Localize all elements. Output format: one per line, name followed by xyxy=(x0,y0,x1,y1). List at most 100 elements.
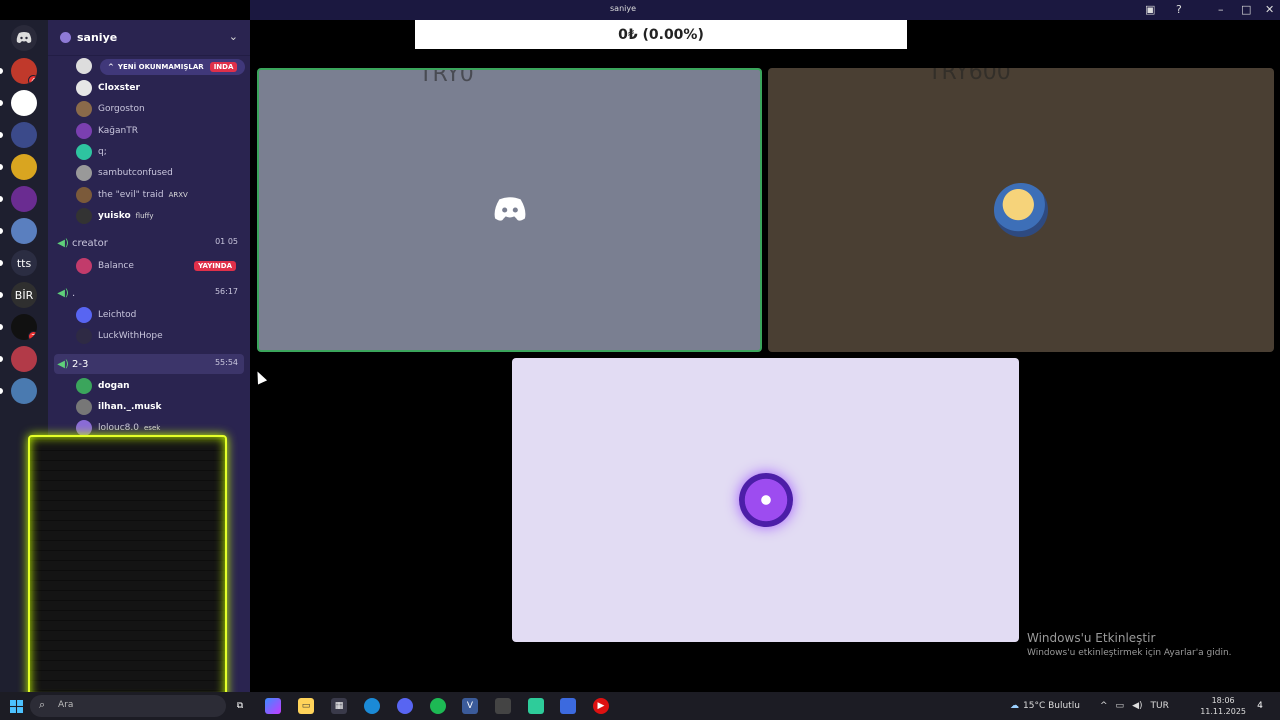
list-item[interactable]: Balance YAYINDA xyxy=(76,256,246,276)
list-item[interactable]: the "evil" traid ARXV xyxy=(76,185,246,205)
taskbar-search[interactable]: ⌕ Ara xyxy=(30,695,226,717)
file-explorer-icon[interactable]: ▭ xyxy=(298,698,314,714)
avatar xyxy=(76,165,92,182)
new-unread-label: YENİ OKUNMAMIŞLAR xyxy=(117,63,204,71)
server-icon[interactable] xyxy=(11,218,37,244)
avatar xyxy=(994,183,1048,237)
list-item[interactable]: dogan xyxy=(76,376,246,396)
list-item[interactable]: Gorgoston xyxy=(76,99,246,119)
avatar xyxy=(76,378,92,394)
edge-icon[interactable] xyxy=(364,698,380,714)
server-icon[interactable]: 2 xyxy=(11,314,37,340)
volume-icon: ◀) xyxy=(1132,701,1143,711)
channel-timer: 55:54 xyxy=(214,358,238,367)
chevron-down-icon[interactable]: ⌄ xyxy=(229,30,238,43)
list-item[interactable]: KağanTR xyxy=(76,121,246,141)
voice-channel-2-3[interactable]: ◀) 2-3 55:54 xyxy=(54,354,244,374)
member-name: sambutconfused xyxy=(98,168,173,179)
list-item[interactable]: Leichtod xyxy=(76,305,246,325)
list-item[interactable]: q; xyxy=(76,142,246,162)
windows-start-icon[interactable] xyxy=(8,698,24,714)
avatar xyxy=(76,80,92,96)
member-name: Leichtod xyxy=(98,310,137,320)
server-icon[interactable] xyxy=(11,378,37,404)
server-icon[interactable]: tts xyxy=(11,250,37,276)
weather-text: 15°C Bulutlu xyxy=(1023,701,1080,711)
search-icon: ⌕ xyxy=(39,698,46,711)
avatar xyxy=(76,143,92,160)
video-tile-3[interactable] xyxy=(512,358,1019,642)
avatar xyxy=(738,473,793,527)
avatar xyxy=(76,186,92,203)
server-pill xyxy=(0,292,3,298)
avatar xyxy=(76,399,92,415)
media-player-icon[interactable]: ▶ xyxy=(593,698,609,714)
avatar xyxy=(76,207,92,224)
vscode-icon[interactable]: V xyxy=(462,698,478,714)
member-name: lolouc8.0 xyxy=(98,423,139,433)
roblox-icon[interactable] xyxy=(560,698,576,714)
server-pill xyxy=(0,132,3,138)
mouse-cursor xyxy=(252,369,268,385)
speaker-icon: ◀) xyxy=(57,237,69,249)
channel-name: 2-3 xyxy=(72,358,89,370)
inbox-icon[interactable]: ▣ xyxy=(1145,3,1155,16)
task-view-icon[interactable]: ⧉ xyxy=(232,698,248,714)
live-badge: INDA xyxy=(209,62,238,72)
tray-icons[interactable]: ^ ▭ ◀) TUR xyxy=(1100,692,1169,720)
clock-time: 18:06 xyxy=(1211,696,1235,705)
member-name: yuisko xyxy=(98,210,131,221)
voice-channel-creator[interactable]: ◀) creator 01 05 xyxy=(54,233,244,253)
clock-date: 11.11.2025 xyxy=(1200,707,1246,716)
member-name: Gorgoston xyxy=(98,104,145,115)
server-icon[interactable] xyxy=(11,90,37,116)
minimize-icon[interactable]: – xyxy=(1218,3,1224,16)
member-name: Balance xyxy=(98,261,134,271)
screen: saniye ▣ ? – □ ✕ 4 tts BİR 2 saniye ⌄ ^ YEN… xyxy=(0,0,1280,720)
app-icon[interactable] xyxy=(528,698,544,714)
close-icon[interactable]: ✕ xyxy=(1265,3,1274,16)
member-tag: esek xyxy=(143,424,161,432)
activation-watermark: Windows'u Etkinleştir Windows'u etkinleş… xyxy=(1027,631,1232,658)
speaker-icon: ◀) xyxy=(57,287,69,299)
spotify-icon[interactable] xyxy=(430,698,446,714)
avatar xyxy=(76,58,92,74)
donation-bar: 0₺ (0.00%) xyxy=(415,20,907,49)
discord-taskbar-icon[interactable] xyxy=(397,698,413,714)
weather[interactable]: ☁ 15°C Bulutlu xyxy=(1010,692,1080,720)
taskbar: ⌕ Ara ⧉ ▭ ▦ V ▶ ☁ 15°C Bulutlu ^ ▭ ◀) TU… xyxy=(0,692,1280,720)
help-icon[interactable]: ? xyxy=(1176,3,1182,16)
list-item[interactable]: yuisko fluffy xyxy=(76,206,246,226)
store-icon[interactable]: ▦ xyxy=(331,698,347,714)
video-tile-2[interactable]: TRY600 xyxy=(768,68,1274,352)
notification-icon[interactable]: 4 xyxy=(1252,698,1268,714)
title-bar: saniye ▣ ? – □ ✕ xyxy=(250,0,1280,20)
copilot-icon[interactable] xyxy=(265,698,281,714)
server-header[interactable]: saniye ⌄ xyxy=(48,20,250,56)
list-item[interactable]: ilhan._.musk xyxy=(76,397,246,417)
voice-channel-dot[interactable]: ◀) . 56:17 xyxy=(54,283,244,303)
server-icon[interactable] xyxy=(11,346,37,372)
obs-icon[interactable] xyxy=(495,698,511,714)
server-label: BİR xyxy=(14,288,34,302)
new-unread-bar[interactable]: ^ YENİ OKUNMAMIŞLAR INDA xyxy=(100,59,246,75)
maximize-icon[interactable]: □ xyxy=(1241,3,1251,16)
server-icon[interactable]: BİR xyxy=(11,282,37,308)
tile-label: TRY0 xyxy=(419,68,474,87)
list-item[interactable]: sambutconfused xyxy=(76,163,246,183)
server-pill xyxy=(0,196,3,202)
clock[interactable]: 18:06 11.11.2025 xyxy=(1200,695,1246,717)
server-icon[interactable] xyxy=(11,154,37,180)
list-item[interactable]: Cloxster xyxy=(76,78,246,98)
server-icon[interactable] xyxy=(11,186,37,212)
discord-home-icon[interactable] xyxy=(11,25,37,51)
server-icon[interactable]: 4 xyxy=(11,58,37,84)
server-pill xyxy=(0,228,3,234)
list-item[interactable]: LuckWithHope xyxy=(76,326,246,346)
server-label: tts xyxy=(16,256,32,270)
video-tile-1[interactable]: TRY0 xyxy=(257,68,762,352)
server-pill xyxy=(0,164,3,170)
member-name: LuckWithHope xyxy=(98,331,163,341)
chevron-up-icon: ^ xyxy=(1100,701,1108,711)
server-icon[interactable] xyxy=(11,122,37,148)
